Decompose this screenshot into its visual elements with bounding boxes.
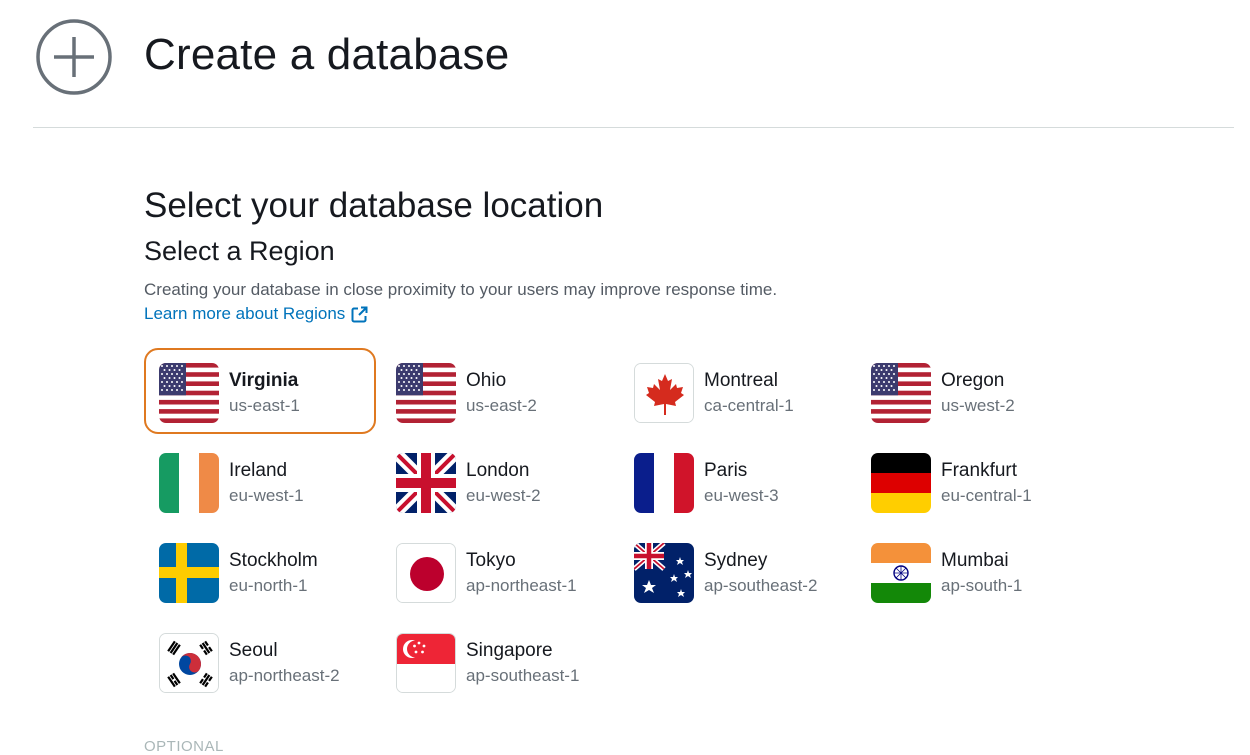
region-name: London (466, 460, 530, 481)
region-name: Oregon (941, 370, 1005, 391)
region-name: Paris (704, 460, 748, 481)
region-code: us-east-2 (466, 396, 537, 415)
region-option-ca-central-1[interactable]: Montreal ca-central-1 (619, 348, 851, 434)
region-code: ap-south-1 (941, 576, 1023, 595)
section-title: Select your database location (144, 186, 604, 225)
region-option-ap-northeast-2[interactable]: Seoul ap-northeast-2 (144, 618, 376, 704)
germany-flag-icon (871, 453, 931, 513)
learn-more-label: Learn more about Regions (144, 304, 346, 323)
region-code: eu-west-2 (466, 486, 541, 505)
region-option-ap-northeast-1[interactable]: Tokyo ap-northeast-1 (381, 528, 613, 614)
singapore-flag-icon (396, 633, 456, 693)
region-option-ap-south-1[interactable]: Mumbai ap-south-1 (856, 528, 1088, 614)
region-name: Stockholm (229, 550, 318, 571)
uk-flag-icon (396, 453, 456, 513)
region-option-eu-central-1[interactable]: Frankfurt eu-central-1 (856, 438, 1088, 524)
optional-label: OPTIONAL (144, 738, 224, 755)
region-option-eu-west-2[interactable]: London eu-west-2 (381, 438, 613, 524)
region-description: Creating your database in close proximit… (144, 280, 778, 299)
australia-flag-icon (634, 543, 694, 603)
region-option-us-east-1[interactable]: Virginia us-east-1 (144, 348, 376, 434)
korea-flag-icon (159, 633, 219, 693)
region-code: us-west-2 (941, 396, 1015, 415)
region-option-us-east-2[interactable]: Ohio us-east-2 (381, 348, 613, 434)
sweden-flag-icon (159, 543, 219, 603)
france-flag-icon (634, 453, 694, 513)
plus-circle-icon[interactable] (35, 18, 113, 96)
region-option-eu-north-1[interactable]: Stockholm eu-north-1 (144, 528, 376, 614)
region-option-eu-west-1[interactable]: Ireland eu-west-1 (144, 438, 376, 524)
region-name: Frankfurt (941, 460, 1018, 481)
region-option-ap-southeast-2[interactable]: Sydney ap-southeast-2 (619, 528, 851, 614)
region-name: Singapore (466, 640, 553, 661)
region-option-eu-west-3[interactable]: Paris eu-west-3 (619, 438, 851, 524)
region-code: us-east-1 (229, 396, 300, 415)
us-flag-icon (159, 363, 219, 423)
us-flag-icon (871, 363, 931, 423)
page-header: Create a database (0, 0, 1250, 128)
india-flag-icon (871, 543, 931, 603)
region-subtitle: Select a Region (144, 236, 335, 266)
page-title: Create a database (144, 30, 510, 79)
region-code: ap-northeast-1 (466, 576, 577, 595)
header-divider (33, 127, 1234, 128)
region-name: Ohio (466, 370, 507, 391)
region-code: eu-west-3 (704, 486, 779, 505)
region-name: Sydney (704, 550, 768, 571)
us-flag-icon (396, 363, 456, 423)
ireland-flag-icon (159, 453, 219, 513)
region-code: ap-northeast-2 (229, 666, 340, 685)
region-code: eu-west-1 (229, 486, 304, 505)
region-name: Virginia (229, 370, 299, 391)
region-code: ca-central-1 (704, 396, 794, 415)
region-code: ap-southeast-1 (466, 666, 580, 685)
region-code: ap-southeast-2 (704, 576, 818, 595)
region-name: Seoul (229, 640, 278, 661)
region-name: Mumbai (941, 550, 1009, 571)
learn-more-regions-link[interactable]: Learn more about Regions (144, 304, 368, 324)
region-name: Montreal (704, 370, 778, 391)
region-code: eu-north-1 (229, 576, 308, 595)
region-option-us-west-2[interactable]: Oregon us-west-2 (856, 348, 1088, 434)
canada-flag-icon (634, 363, 694, 423)
region-name: Ireland (229, 460, 288, 481)
region-option-ap-southeast-1[interactable]: Singapore ap-southeast-1 (381, 618, 613, 704)
japan-flag-icon (396, 543, 456, 603)
region-code: eu-central-1 (941, 486, 1032, 505)
region-name: Tokyo (466, 550, 516, 571)
external-link-icon (351, 306, 368, 322)
